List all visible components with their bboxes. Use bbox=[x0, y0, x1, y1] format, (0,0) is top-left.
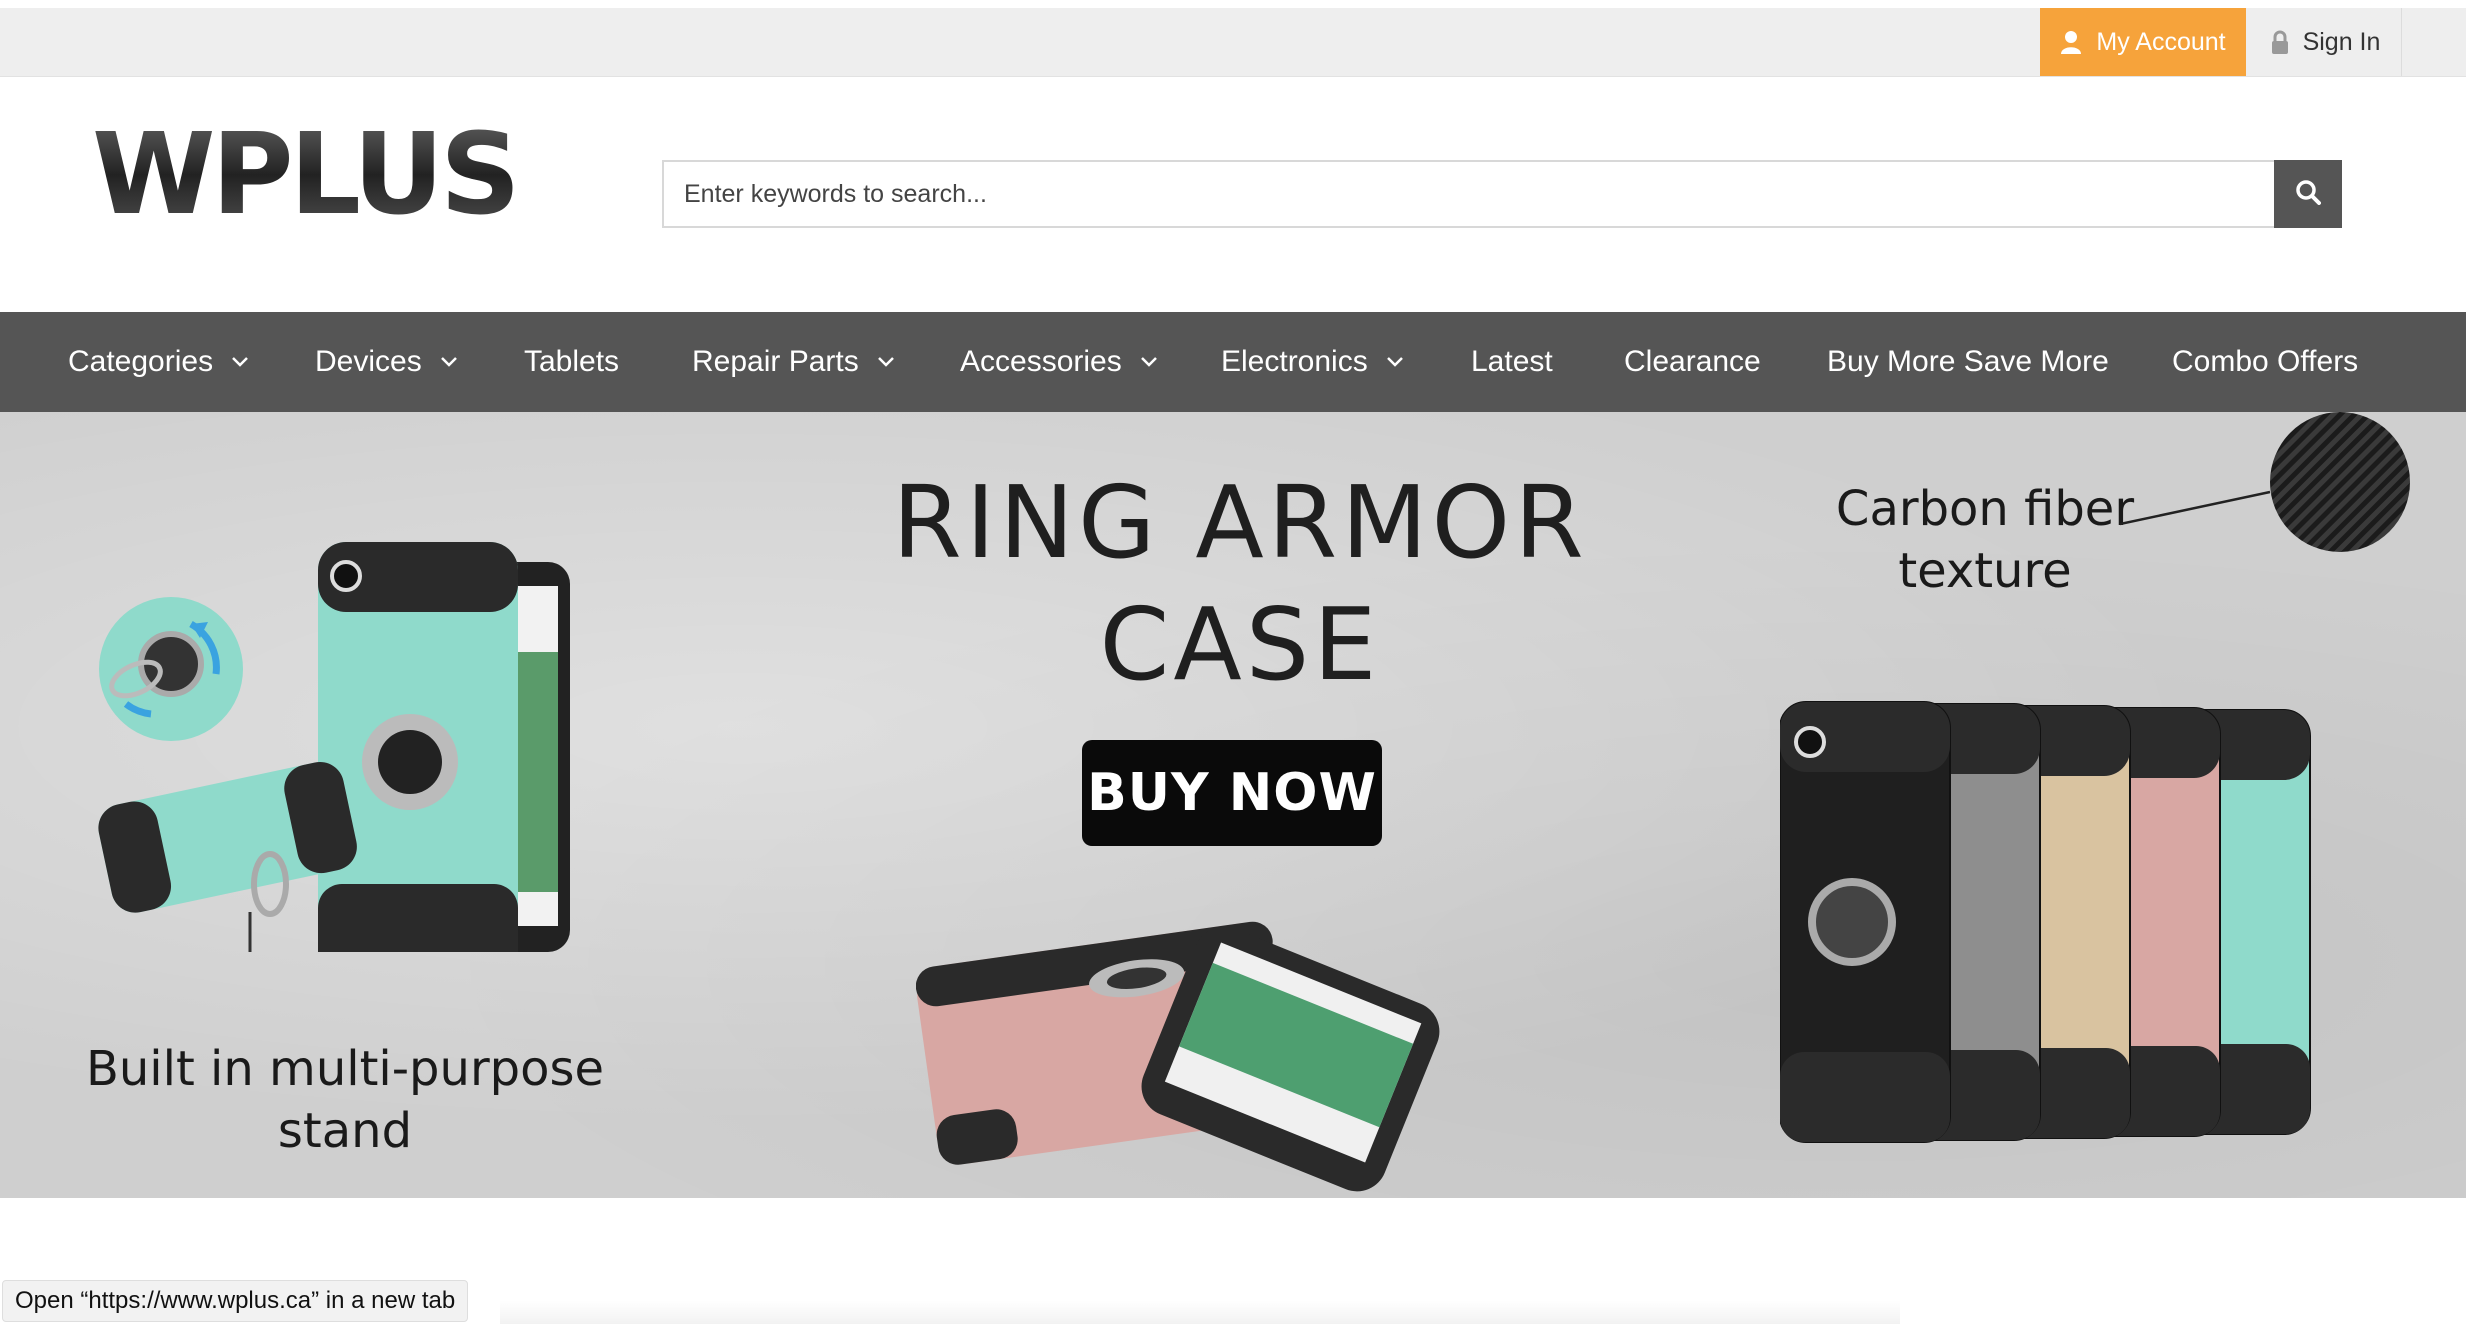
multi-purpose-stand-caption: Built in multi-purpose stand bbox=[80, 1038, 610, 1162]
hero-title-line1: RING ARMOR bbox=[892, 464, 1588, 581]
nav-item-combo-offers[interactable]: Combo Offers bbox=[2172, 312, 2358, 412]
ring-stand-phones-image bbox=[98, 542, 570, 952]
my-account-label: My Account bbox=[2096, 27, 2226, 56]
chevron-down-icon bbox=[440, 357, 457, 367]
nav-item-buy-more-save-more[interactable]: Buy More Save More bbox=[1827, 312, 2109, 412]
wplus-logo[interactable]: WPLUS bbox=[92, 110, 572, 240]
caption-line: Built in multi-purpose bbox=[85, 1041, 605, 1097]
nav-label: Electronics bbox=[1221, 345, 1368, 378]
nav-label: Buy More Save More bbox=[1827, 345, 2109, 378]
nav-item-tablets[interactable]: Tablets bbox=[524, 312, 619, 412]
nav-label: Devices bbox=[315, 345, 422, 378]
logo-graphic: WPLUS bbox=[92, 110, 521, 240]
chevron-down-icon bbox=[1140, 357, 1157, 367]
pink-case-phone-image bbox=[916, 921, 1440, 1192]
hero-title-line2: CASE bbox=[1099, 586, 1381, 703]
nav-item-clearance[interactable]: Clearance bbox=[1624, 312, 1761, 412]
nav-label: Combo Offers bbox=[2172, 345, 2359, 378]
hero-banner[interactable]: RING ARMOR CASE BUY NOW Carbon fiber tex… bbox=[0, 412, 2466, 1198]
chevron-down-icon bbox=[1386, 357, 1403, 367]
nav-item-electronics[interactable]: Electronics bbox=[1221, 312, 1404, 412]
nav-label: Accessories bbox=[960, 345, 1122, 378]
sign-in-button[interactable]: Sign In bbox=[2250, 8, 2402, 76]
search-icon bbox=[2295, 179, 2321, 210]
top-bar: My Account Sign In bbox=[0, 8, 2466, 77]
buy-now-button[interactable]: BUY NOW bbox=[1082, 740, 1382, 846]
my-account-button[interactable]: My Account bbox=[2040, 8, 2246, 76]
nav-label: Tablets bbox=[524, 345, 620, 378]
nav-item-latest[interactable]: Latest bbox=[1471, 312, 1553, 412]
sign-in-label: Sign In bbox=[2302, 27, 2381, 56]
nav-item-repair-parts[interactable]: Repair Parts bbox=[692, 312, 895, 412]
phone-case-variant bbox=[1780, 701, 1951, 1143]
caption-line: stand bbox=[277, 1103, 413, 1159]
nav-label: Clearance bbox=[1624, 345, 1761, 378]
nav-item-accessories[interactable]: Accessories bbox=[960, 312, 1158, 412]
hero-title: RING ARMOR CASE bbox=[880, 462, 1600, 706]
search-bar bbox=[662, 160, 2342, 228]
user-icon bbox=[2060, 30, 2082, 54]
nav-label: Latest bbox=[1471, 345, 1553, 378]
nav-label: Categories bbox=[68, 345, 214, 378]
search-input[interactable] bbox=[664, 162, 2274, 226]
lock-icon bbox=[2271, 30, 2289, 54]
color-variants-image bbox=[1780, 701, 2311, 1143]
logo-text: WPLUS bbox=[92, 118, 517, 228]
search-button[interactable] bbox=[2274, 160, 2342, 228]
main-navigation: Categories Devices Tablets Repair Parts … bbox=[0, 312, 2466, 412]
nav-label: Repair Parts bbox=[692, 345, 859, 378]
chevron-down-icon bbox=[877, 357, 894, 367]
carbon-fiber-texture-image bbox=[2120, 412, 2410, 552]
link-status-tooltip: Open “https://www.wplus.ca” in a new tab bbox=[2, 1280, 469, 1322]
nav-item-categories[interactable]: Categories bbox=[68, 312, 249, 412]
chevron-down-icon bbox=[232, 357, 248, 367]
nav-item-devices[interactable]: Devices bbox=[315, 312, 458, 412]
section-shadow bbox=[500, 1300, 1900, 1324]
